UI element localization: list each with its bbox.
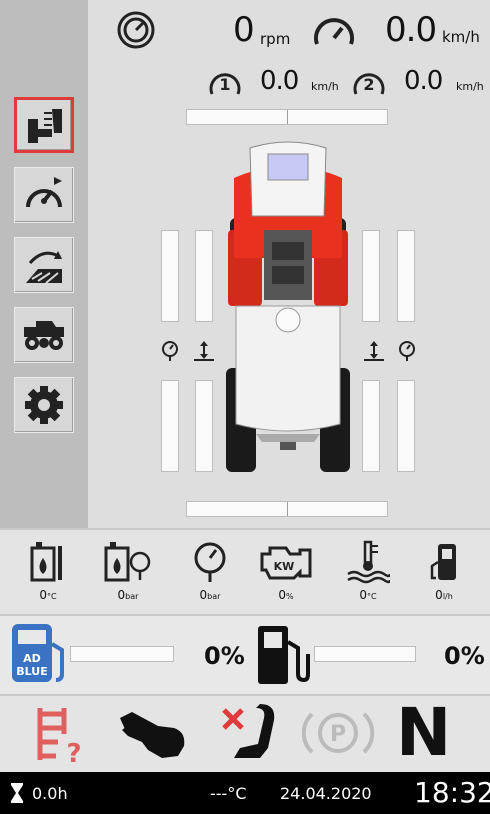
gear-indicator: N bbox=[396, 694, 452, 771]
info-oil-pressure: 0bar bbox=[98, 540, 158, 602]
left-outer-lower-bar bbox=[161, 380, 179, 472]
speed-value: 0.0 bbox=[385, 10, 437, 50]
tractor-icon bbox=[24, 321, 64, 350]
left-outer-upper-bar bbox=[161, 230, 179, 322]
field-work-icon bbox=[26, 251, 62, 284]
engine-info-row: 0°C 0bar 0bar KW 0% 0°C 0l/h bbox=[0, 528, 490, 616]
gear-2-speed-icon: 2 bbox=[352, 66, 386, 98]
svg-text:2: 2 bbox=[363, 75, 374, 94]
operating-hours: 0.0h bbox=[32, 784, 68, 803]
engine-power-value: 0 bbox=[278, 588, 287, 602]
adblue-label-line1: AD bbox=[23, 652, 41, 665]
sidebar bbox=[0, 0, 88, 528]
svg-text:KW: KW bbox=[274, 560, 295, 573]
coolant-value: 0 bbox=[39, 588, 48, 602]
seat-warning-icon bbox=[220, 702, 276, 768]
svg-text:P: P bbox=[330, 722, 346, 747]
hand-brake-icon bbox=[118, 706, 190, 766]
info-fuel-rate: 0l/h bbox=[414, 540, 474, 602]
gear-icon bbox=[25, 386, 63, 424]
right-pressure-icon bbox=[397, 340, 417, 362]
outside-temperature: ---°C bbox=[210, 784, 247, 803]
fuel-rate-value: 0 bbox=[435, 588, 443, 602]
speed-unit: km/h bbox=[442, 28, 480, 46]
front-hitch-bar bbox=[186, 109, 388, 125]
engine-power-icon: KW bbox=[260, 546, 312, 580]
left-height-icon bbox=[192, 340, 216, 362]
pressure-unit: bar bbox=[207, 592, 221, 601]
tachometer-icon bbox=[116, 10, 156, 50]
sidebar-item-vehicle[interactable] bbox=[14, 307, 74, 363]
water-temp-icon bbox=[347, 540, 390, 584]
coolant-unit: °C bbox=[47, 592, 57, 601]
right-outer-lower-bar bbox=[397, 380, 415, 472]
info-water-temp: 0°C bbox=[338, 540, 398, 602]
sidebar-item-settings[interactable] bbox=[14, 377, 74, 433]
right-height-icon bbox=[362, 340, 386, 362]
sidebar-item-seat-mode[interactable] bbox=[14, 97, 74, 153]
water-temp-value: 0 bbox=[359, 588, 368, 602]
diesel-percent: 0% bbox=[444, 642, 485, 670]
bar-center-tick bbox=[287, 110, 288, 124]
speedometer-icon bbox=[26, 177, 62, 208]
fuel-rate-unit: l/h bbox=[442, 592, 453, 601]
speedometer-icon bbox=[312, 12, 356, 50]
adblue-level-bar bbox=[70, 646, 174, 662]
diesel-pump-icon bbox=[258, 626, 310, 684]
pressure-gauge-icon bbox=[194, 542, 226, 582]
adblue-tank-icon: AD BLUE bbox=[12, 624, 64, 682]
parking-brake-icon: P bbox=[301, 704, 375, 766]
info-coolant: 0°C bbox=[18, 540, 78, 602]
seat-config-icon bbox=[28, 109, 62, 143]
rpm-value: 0 bbox=[233, 10, 255, 50]
oil-pressure-unit: bar bbox=[125, 592, 139, 601]
fuel-rate-icon bbox=[430, 544, 456, 580]
sidebar-item-speedometer[interactable] bbox=[14, 167, 74, 223]
svg-text:1: 1 bbox=[219, 75, 230, 94]
right-inner-upper-bar bbox=[362, 230, 380, 322]
right-outer-upper-bar bbox=[397, 230, 415, 322]
adblue-percent: 0% bbox=[204, 642, 245, 670]
gear-1-speed-unit: km/h bbox=[311, 80, 339, 93]
engine-power-unit: % bbox=[286, 592, 294, 601]
adblue-label-line2: BLUE bbox=[16, 665, 47, 678]
info-engine-power: KW 0% bbox=[256, 540, 316, 602]
gear-2-speed-unit: km/h bbox=[456, 80, 484, 93]
tractor-top-view-image bbox=[226, 141, 350, 472]
left-pressure-icon bbox=[160, 340, 180, 362]
rpm-unit: rpm bbox=[260, 30, 291, 48]
svg-text:?: ? bbox=[66, 739, 81, 766]
gear-1-speed-value: 0.0 bbox=[260, 66, 299, 96]
coolant-temp-icon bbox=[30, 542, 62, 582]
water-temp-unit: °C bbox=[367, 592, 377, 601]
bar-center-tick bbox=[287, 502, 288, 516]
info-pressure: 0bar bbox=[180, 540, 240, 602]
right-inner-lower-bar bbox=[362, 380, 380, 472]
oil-pressure-icon bbox=[104, 542, 151, 582]
rear-hitch-bar bbox=[186, 501, 388, 517]
sidebar-item-field[interactable] bbox=[14, 237, 74, 293]
fuel-level-row: AD BLUE 0% 0% bbox=[0, 616, 490, 696]
left-inner-upper-bar bbox=[195, 230, 213, 322]
clock: 18:32 bbox=[414, 776, 490, 809]
gear-2-speed-value: 0.0 bbox=[404, 66, 443, 96]
date: 24.04.2020 bbox=[280, 784, 372, 803]
ladder-warning-icon: ? bbox=[34, 704, 90, 770]
diesel-level-bar bbox=[314, 646, 416, 662]
gear-1-speed-icon: 1 bbox=[208, 66, 242, 98]
main-panel: 0 rpm 0.0 km/h 1 0.0 km/h 2 0.0 km/h bbox=[88, 0, 490, 528]
bottom-status-bar: 0.0h ---°C 24.04.2020 18:32 bbox=[0, 772, 490, 814]
hourglass-icon bbox=[10, 782, 24, 808]
left-inner-lower-bar bbox=[195, 380, 213, 472]
